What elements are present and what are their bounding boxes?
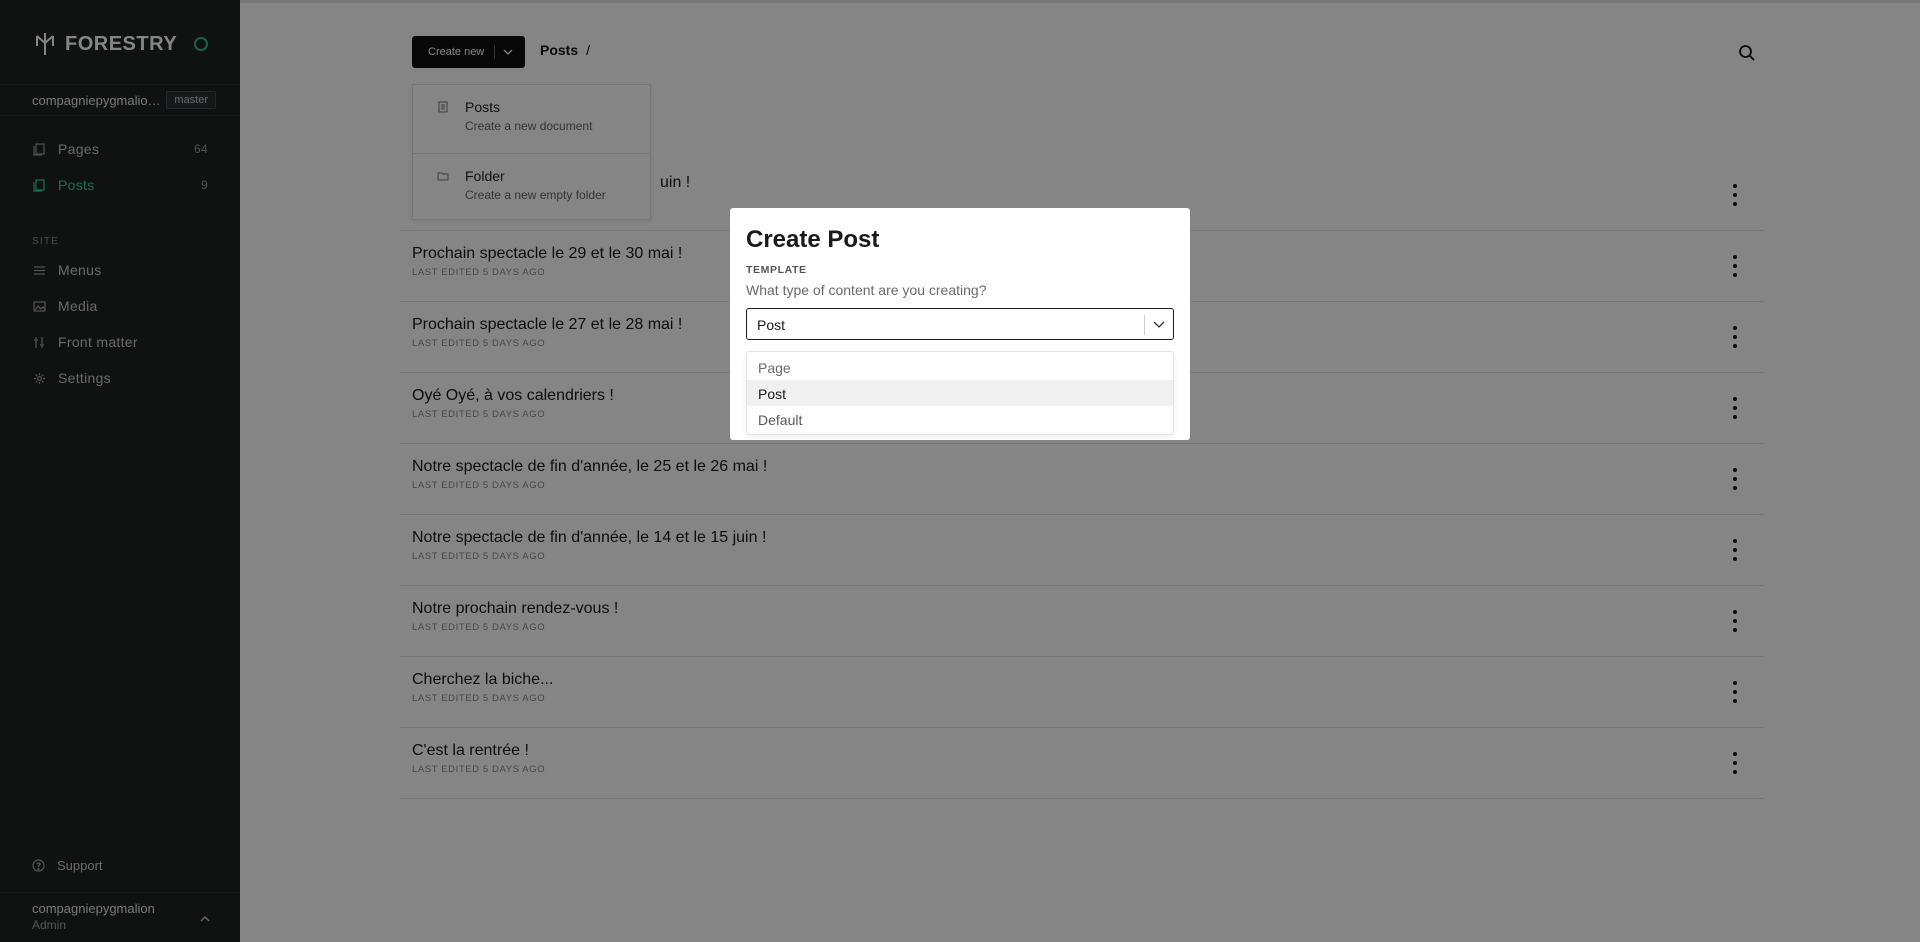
modal-title: Create Post [746,226,880,253]
template-select[interactable]: Post [746,308,1174,340]
template-help: What type of content are you creating? [746,282,987,298]
create-post-modal: Create Post TEMPLATE What type of conten… [730,208,1190,440]
chevron-down-icon[interactable] [1153,318,1165,330]
template-option-default[interactable]: Default [747,406,1173,432]
modal-backdrop[interactable] [0,0,1920,942]
select-divider [1144,315,1145,335]
template-select-value: Post [757,317,786,333]
template-option-post[interactable]: Post [747,380,1173,406]
template-label: TEMPLATE [746,264,807,276]
template-options: Page Post Default [746,351,1174,435]
template-option-page[interactable]: Page [747,354,1173,380]
